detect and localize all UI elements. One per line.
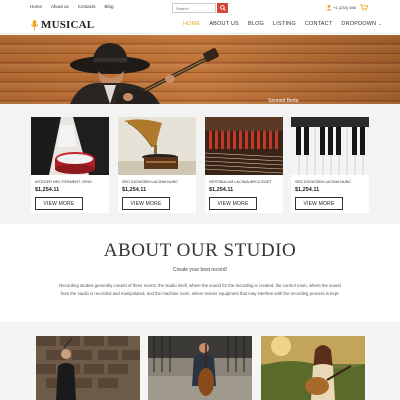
product-card: SED DICNISSIM LACINIA NUNC $1,254.11 VIE… <box>118 117 196 213</box>
product-image[interactable] <box>31 117 109 175</box>
menu-item-home[interactable]: HOME <box>183 21 200 27</box>
gallery-photo[interactable] <box>148 336 252 400</box>
view-more-button[interactable]: VIEW MORE <box>35 197 83 210</box>
product-card: SED DICNISSIM LACINIA NUNC $1,254.11 VIE… <box>291 117 369 213</box>
about-subtitle: Create your best record! <box>173 267 227 273</box>
product-name[interactable]: INTEGER NEC FERMENT. ORIO <box>35 180 92 184</box>
top-bar: Home About us Contacts Blog +1 (234) 456 <box>0 0 400 16</box>
top-link-home[interactable]: Home <box>30 4 42 9</box>
search-button[interactable] <box>217 3 228 13</box>
piano-hammers-image <box>205 117 283 175</box>
chevron-down-icon: ⌄ <box>378 21 382 26</box>
product-name[interactable]: VESTIBULUM LACINIA ARCU EGET <box>209 180 272 184</box>
top-link-about[interactable]: About us <box>51 4 69 9</box>
product-name[interactable]: SED DICNISSIM LACINIA NUNC <box>295 180 351 184</box>
menu-item-contact[interactable]: CONTACT <box>305 21 333 27</box>
about-body: Recording studios generally consist of t… <box>59 283 341 296</box>
piano-keys-image <box>291 117 369 175</box>
search-icon <box>219 5 226 11</box>
menu-item-dropdown[interactable]: DROPDOWN ⌄ <box>341 21 381 27</box>
main-navbar: MUSICAL HOME ABOUT US BLOG LISTING CONTA… <box>0 16 400 34</box>
product-card: VESTIBULUM LACINIA ARCU EGET $1,254.11 V… <box>205 117 283 213</box>
top-links: Home About us Contacts Blog <box>30 4 114 9</box>
view-more-button[interactable]: VIEW MORE <box>122 197 170 210</box>
product-image[interactable] <box>205 117 283 175</box>
logo-text: MUSICAL <box>41 19 95 31</box>
view-more-button[interactable]: VIEW MORE <box>209 197 257 210</box>
menu-item-blog[interactable]: BLOG <box>248 21 264 27</box>
gramophone-image <box>118 117 196 175</box>
main-menu: HOME ABOUT US BLOG LISTING CONTACT DROPD… <box>183 21 382 27</box>
street-guitarist-photo <box>36 336 140 400</box>
menu-item-listing[interactable]: LISTING <box>273 21 296 27</box>
product-price: $1,254.11 <box>122 187 147 193</box>
about-title: ABOUT OUR STUDIO <box>103 240 297 261</box>
view-more-button[interactable]: VIEW MORE <box>295 197 343 210</box>
user-icon <box>326 4 332 11</box>
gallery-photo[interactable] <box>36 336 140 400</box>
gallery-photo[interactable] <box>261 336 365 400</box>
product-image[interactable] <box>291 117 369 175</box>
cart-icon[interactable] <box>360 4 368 11</box>
drum-player-image <box>31 117 109 175</box>
top-link-blog[interactable]: Blog <box>105 4 114 9</box>
woman-guitarist-photo <box>261 336 365 400</box>
product-price: $1,254.11 <box>295 187 320 193</box>
product-image[interactable] <box>118 117 196 175</box>
logo[interactable]: MUSICAL <box>30 19 94 31</box>
microphone-icon <box>30 19 39 30</box>
product-price: $1,254.11 <box>35 187 60 193</box>
hero-overlay <box>0 35 400 104</box>
top-link-contacts[interactable]: Contacts <box>78 4 96 9</box>
product-price: $1,254.11 <box>209 187 234 193</box>
menu-item-dropdown-label: DROPDOWN <box>341 21 377 27</box>
product-card: INTEGER NEC FERMENT. ORIO $1,254.11 VIEW… <box>31 117 109 213</box>
menu-item-about-us[interactable]: ABOUT US <box>209 21 239 27</box>
hero-banner <box>0 35 400 104</box>
phone-number[interactable]: +1 (234) 456 <box>333 5 356 10</box>
search-input[interactable] <box>172 3 216 13</box>
cellist-photo <box>148 336 252 400</box>
product-name[interactable]: SED DICNISSIM LACINIA NUNC <box>122 180 178 184</box>
